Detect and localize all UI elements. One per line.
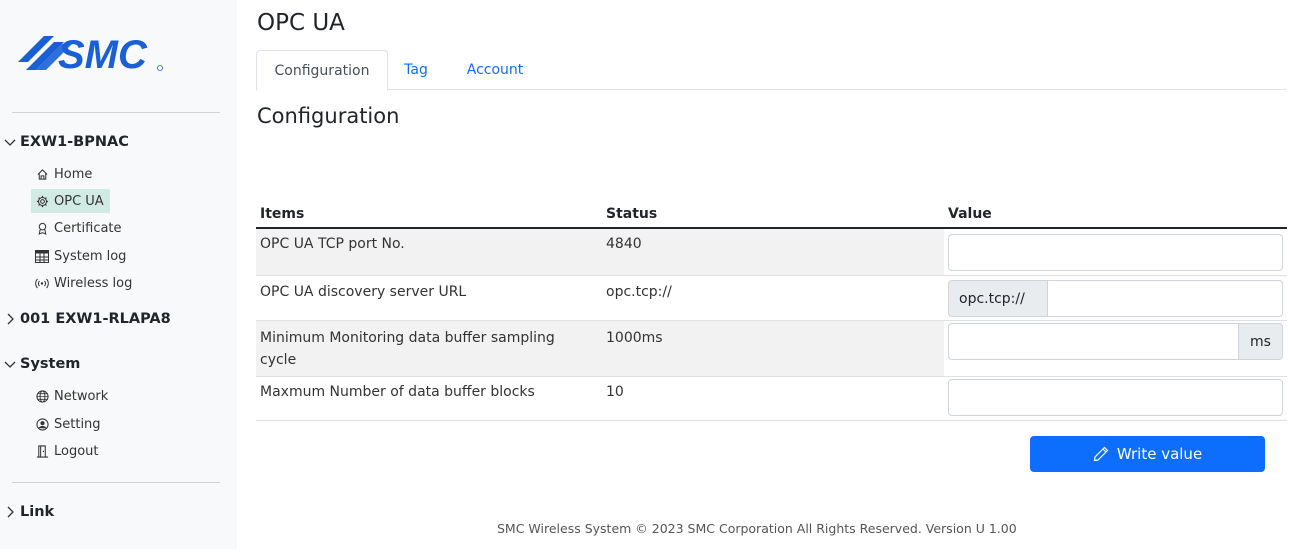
certificate-icon	[35, 221, 49, 235]
row-item-label-line2: cycle	[260, 352, 297, 368]
pencil-icon	[1093, 446, 1109, 462]
sidebar-group-system[interactable]: System	[3, 356, 80, 372]
sampling-cycle-input[interactable]	[948, 323, 1238, 360]
sidebar-item-opc-ua[interactable]: OPC UA	[31, 189, 110, 213]
column-header-value: Value	[948, 206, 992, 222]
sidebar-group-label: System	[20, 356, 81, 372]
sidebar-item-setting[interactable]: Setting	[31, 412, 107, 436]
buffer-blocks-input[interactable]	[948, 379, 1283, 416]
sidebar-item-system-log[interactable]: System log	[31, 244, 132, 268]
column-header-status: Status	[606, 206, 658, 222]
sidebar-divider	[12, 112, 220, 113]
sidebar-item-label: Network	[54, 388, 109, 404]
sidebar-group-label: 001 EXW1-RLAPA8	[20, 311, 171, 327]
row-item-label: Minimum Monitoring data buffer sampling	[260, 330, 555, 346]
sidebar-item-label: Home	[54, 166, 93, 182]
footer-text: SMC Wireless System © 2023 SMC Corporati…	[497, 521, 1017, 536]
row-item-label: Maxmum Number of data buffer blocks	[260, 384, 535, 400]
row-item-label: OPC UA TCP port No.	[260, 236, 405, 252]
sidebar-group-label: EXW1-BPNAC	[20, 134, 129, 150]
row-status-value: 10	[606, 384, 624, 400]
row-divider	[256, 420, 1287, 421]
row-status-value: opc.tcp://	[606, 284, 672, 300]
tcp-port-input[interactable]	[948, 234, 1283, 271]
write-value-button[interactable]: Write value	[1030, 436, 1265, 472]
chevron-down-icon	[4, 361, 16, 368]
sidebar-item-logout[interactable]: Logout	[31, 439, 105, 463]
wireless-icon	[35, 276, 49, 290]
tab-configuration[interactable]: Configuration	[256, 50, 388, 91]
tab-tag[interactable]: Tag	[396, 50, 436, 90]
gear-icon	[35, 194, 49, 208]
sidebar-item-certificate[interactable]: Certificate	[31, 216, 128, 240]
logo-text: SMC	[58, 33, 148, 77]
globe-icon	[35, 389, 49, 403]
sidebar-item-label: System log	[54, 248, 127, 264]
user-circle-icon	[35, 417, 49, 431]
url-prefix-addon: opc.tcp://	[948, 280, 1048, 317]
tab-bar: Configuration Tag Account	[256, 50, 1286, 91]
column-header-items: Items	[260, 206, 305, 222]
section-title: Configuration	[257, 104, 400, 128]
sidebar-item-label: Certificate	[54, 220, 122, 236]
sidebar-item-label: OPC UA	[54, 193, 104, 209]
sidebar-item-label: Logout	[54, 443, 99, 459]
sidebar-item-label: Wireless log	[54, 275, 133, 291]
sidebar-item-home[interactable]: Home	[31, 162, 98, 186]
row-divider	[256, 275, 1287, 276]
sidebar-item-wireless-log[interactable]: Wireless log	[31, 271, 138, 295]
sidebar-item-label: Setting	[54, 416, 101, 432]
sidebar-item-network[interactable]: Network	[31, 384, 114, 408]
write-value-label: Write value	[1116, 445, 1203, 463]
logout-icon	[35, 444, 49, 458]
row-status-value: 4840	[606, 236, 642, 252]
tab-account[interactable]: Account	[455, 50, 535, 90]
sidebar: SMC EXW1-BPNAC Home OPC UA Certificate S…	[0, 0, 237, 549]
page-title: OPC UA	[257, 10, 345, 36]
sidebar-group-label: Link	[20, 504, 55, 520]
discovery-url-group: opc.tcp://	[948, 280, 1283, 317]
discovery-url-input[interactable]	[1048, 280, 1283, 317]
sidebar-divider	[12, 482, 220, 483]
chevron-right-icon	[7, 506, 14, 518]
chevron-right-icon	[7, 313, 14, 325]
home-icon	[35, 167, 49, 181]
row-divider	[256, 376, 1287, 377]
unit-ms-addon: ms	[1238, 323, 1283, 360]
chevron-down-icon	[4, 139, 16, 146]
sidebar-group-link[interactable]: Link	[3, 504, 54, 520]
row-status-value: 1000ms	[606, 330, 663, 346]
smc-logo: SMC	[18, 33, 163, 77]
row-item-label: OPC UA discovery server URL	[260, 284, 467, 300]
sidebar-group-001-exw1-rlapa8[interactable]: 001 EXW1-RLAPA8	[3, 311, 171, 327]
sidebar-group-exw1-bpnac[interactable]: EXW1-BPNAC	[3, 134, 129, 150]
sampling-cycle-group: ms	[948, 323, 1283, 360]
table-icon	[35, 249, 49, 263]
